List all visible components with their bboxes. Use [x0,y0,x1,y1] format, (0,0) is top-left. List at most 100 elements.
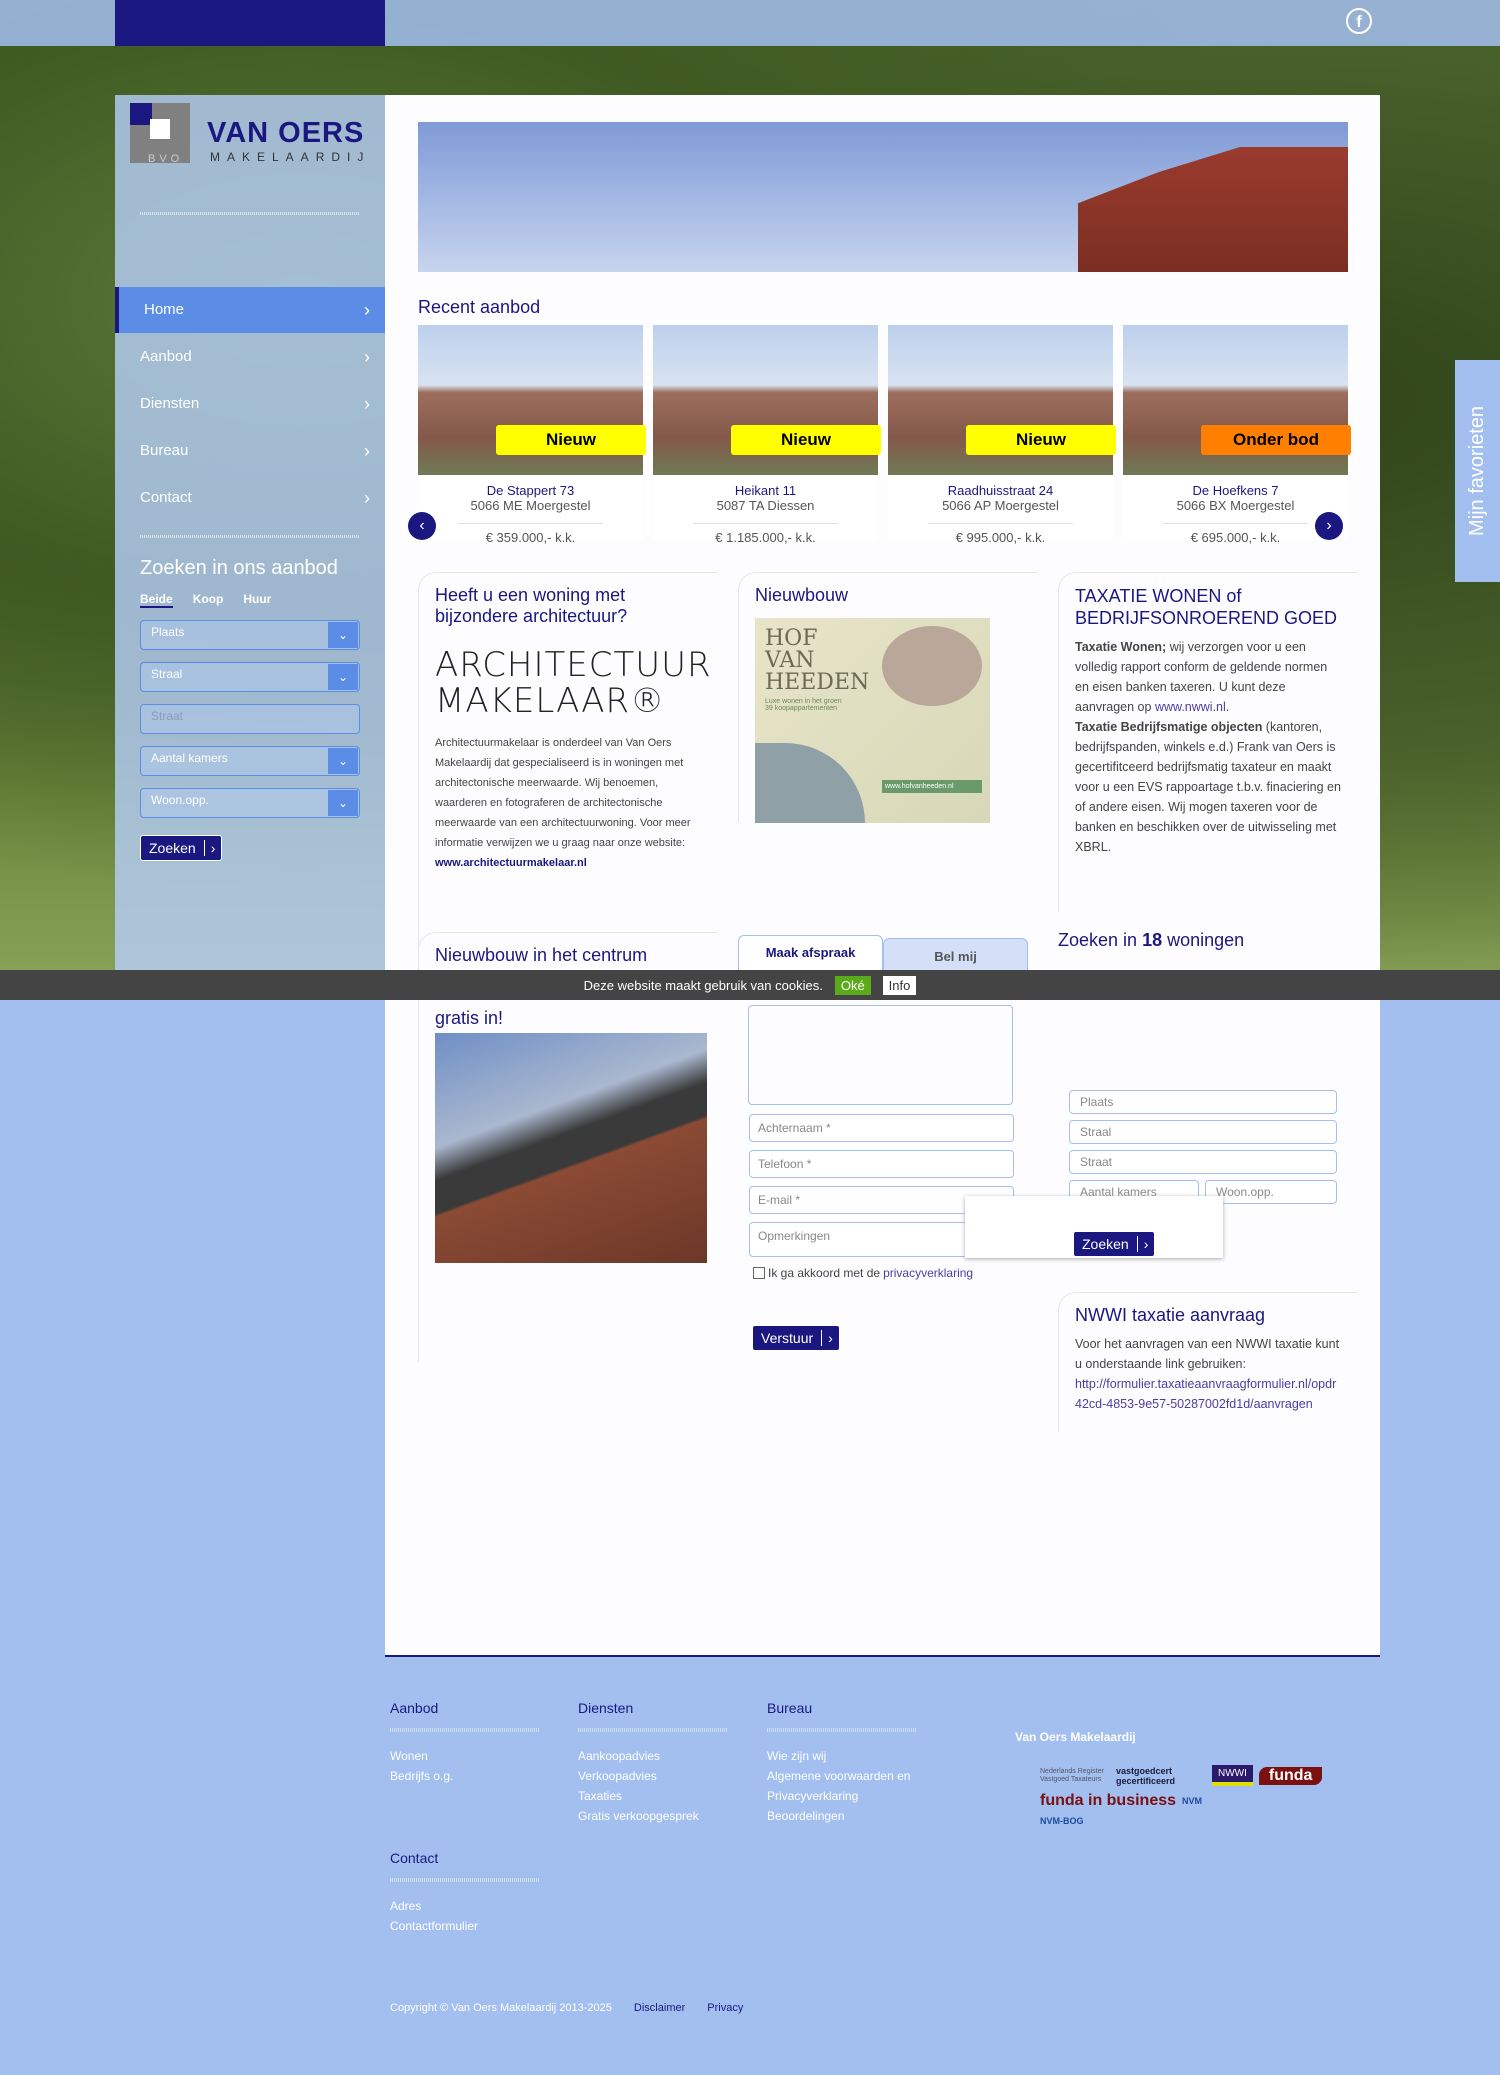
sidebar-item-bureau[interactable]: Bureau › [115,428,385,474]
cookie-ok-button[interactable]: Oké [834,975,871,995]
nieuwbouw-ad-image[interactable]: HOF VAN HEEDEN Luxe wonen in het groen 3… [755,618,990,823]
footer-link[interactable]: Privacyverklaring [767,1786,917,1806]
logo-name[interactable]: VAN OERS [207,117,364,150]
nwwi-text: Voor het aanvragen van een NWWI taxatie … [1075,1337,1340,1371]
property-price: € 695.000,- k.k. [1163,523,1308,545]
facebook-icon[interactable]: f [1346,8,1372,34]
search-button[interactable]: Zoeken › [140,835,223,861]
footer-bottom: Copyright © Van Oers Makelaardij 2013-20… [390,2002,743,2014]
search2-plaats-select[interactable]: Plaats [1069,1090,1337,1114]
chevron-right-icon: › [364,488,370,508]
carousel-prev-button[interactable]: ‹ [408,512,436,540]
status-badge: Nieuw [731,425,881,455]
search2-straat-input[interactable]: Straat [1069,1150,1337,1174]
privacy-link[interactable]: privacyverklaring [883,1266,973,1280]
nwwi-link[interactable]: http://formulier.taxatieaanvraagformulie… [1075,1374,1342,1414]
logo-subtitle: MAKELAARDIJ [210,150,371,164]
architectuurmakelaar-logo[interactable]: ARCHITECTUUR MAKELAAR® [435,647,711,719]
property-card[interactable]: Nieuw Raadhuisstraat 24 5066 AP Moergestel… [888,325,1116,545]
tab-beide[interactable]: Beide [140,592,173,608]
cookie-info-button[interactable]: Info [882,975,917,995]
nvm-logo[interactable]: NVM [1182,1796,1202,1806]
footer-link[interactable]: Algemene voorwaarden en [767,1766,917,1786]
taxatie-title: TAXATIE WONEN of BEDRIJFSONROEREND GOED [1075,586,1338,628]
property-place: 5087 TA Diessen [716,498,815,513]
footer-link[interactable]: Taxaties [578,1786,728,1806]
kamers-select[interactable]: Aantal kamers ⌄ [140,746,360,776]
footer-link[interactable]: Aankoopadvies [578,1746,728,1766]
footer-col-diensten: Diensten Aankoopadvies Verkoopadvies Taxati… [578,1700,728,1826]
sidebar-item-contact[interactable]: Contact › [115,475,385,521]
architecture-title: Heeft u een woning met bijzondere archit… [435,585,628,626]
straat-input[interactable]: Straat [140,704,360,734]
search-type-tabs: Beide Koop Huur [140,592,271,608]
property-photo: Onder bod [1123,325,1351,475]
search2-button[interactable]: Zoeken › [1073,1231,1156,1257]
search2-woonopp-select[interactable]: Woon.opp. [1205,1180,1337,1204]
text: Zoeken in [1058,930,1143,950]
property-card[interactable]: Nieuw Heikant 11 5087 TA Diessen € 1.185.00… [653,325,881,545]
privacy-link[interactable]: Privacy [707,2002,743,2014]
footer-link[interactable]: Contactformulier [390,1916,540,1936]
property-place: 5066 BX Moergestel [1176,498,1295,513]
status-badge: Nieuw [496,425,646,455]
architecture-link[interactable]: www.architectuurmakelaar.nl [435,857,587,869]
nwwi-link[interactable]: www.nwwi.nl [1155,700,1226,714]
tab-koop[interactable]: Koop [193,592,224,608]
verstuur-button[interactable]: Verstuur › [752,1325,840,1351]
disclaimer-link[interactable]: Disclaimer [634,2002,685,2014]
recent-title: Recent aanbod [418,297,541,317]
text: Architectuurmakelaar is onderdeel van Va… [435,737,691,849]
nieuwbouw-title: Nieuwbouw [755,585,849,605]
property-price: € 1.185.000,- k.k. [693,523,838,545]
tab-huur[interactable]: Huur [243,592,271,608]
property-photo: Nieuw [653,325,881,475]
nav-label: Contact [140,489,192,506]
logo-mark[interactable]: BVO [130,103,190,165]
centrum-photo[interactable] [435,1033,707,1263]
funda-logo[interactable]: funda [1258,1766,1323,1785]
search2-straal-select[interactable]: Straal [1069,1120,1337,1144]
chevron-down-icon: ⌄ [328,790,358,816]
sidebar-item-diensten[interactable]: Diensten › [115,381,385,427]
property-place: 5066 AP Moergestel [942,498,1059,513]
footer-link[interactable]: Wie zijn wij [767,1746,917,1766]
chevron-down-icon: ⌄ [328,622,358,648]
footer-link[interactable]: Bedrijfs o.g. [390,1766,540,1786]
footer-link[interactable]: Gratis verkoopgesprek [578,1806,728,1826]
nvm-bog-logo[interactable]: NVM-BOG [1040,1816,1340,1826]
sidebar-item-home[interactable]: Home › [115,287,385,333]
footer-link[interactable]: Beoordelingen [767,1806,917,1826]
plaats-select[interactable]: Plaats ⌄ [140,620,360,650]
nav-label: Bureau [140,442,189,459]
nwwi-logo[interactable]: NWWI [1212,1765,1253,1786]
property-card[interactable]: Nieuw De Stappert 73 5066 ME Moergestel € 3… [418,325,646,545]
woonopp-select[interactable]: Woon.opp. ⌄ [140,788,360,818]
favorites-tab[interactable]: Mijn favorieten [1455,360,1500,582]
telefoon-input[interactable]: Telefoon * [749,1150,1014,1178]
tab-bel-mij[interactable]: Bel mij [883,938,1028,973]
footer-link[interactable]: Adres [390,1896,540,1916]
property-street: Heikant 11 [734,483,797,498]
architecture-text: Architectuurmakelaar is onderdeel van Va… [435,733,702,873]
tab-maak-afspraak[interactable]: Maak afspraak [738,935,883,973]
property-photo: Nieuw [418,325,646,475]
sidebar-item-aanbod[interactable]: Aanbod › [115,334,385,380]
ad-title: HOF VAN HEEDEN [765,626,870,695]
text: woningen [1162,930,1245,950]
form-hidden-field[interactable] [748,1005,1013,1105]
consent-checkbox[interactable] [753,1267,765,1279]
property-card[interactable]: Onder bod De Hoefkens 7 5066 BX Moergestel… [1123,325,1351,545]
straal-select[interactable]: Straal ⌄ [140,662,360,692]
footer-link[interactable]: Verkoopadvies [578,1766,728,1786]
vastgoedcert-logo[interactable]: vastgoedcert gecertificeerd [1116,1766,1206,1786]
ad-url: www.hofvanheeden.nl [882,780,982,793]
carousel-next-button[interactable]: › [1315,512,1343,540]
achternaam-input[interactable]: Achternaam * [749,1114,1014,1142]
footer-link[interactable]: Wonen [390,1746,540,1766]
funda-in-business-logo[interactable]: funda in business [1040,1792,1176,1810]
chevron-right-icon: › [364,441,370,461]
button-label: Zoeken [149,840,196,856]
property-place: 5066 ME Moergestel [470,498,591,513]
nrvt-logo[interactable]: Nederlands Register Vastgoed Taxateurs [1040,1768,1110,1784]
